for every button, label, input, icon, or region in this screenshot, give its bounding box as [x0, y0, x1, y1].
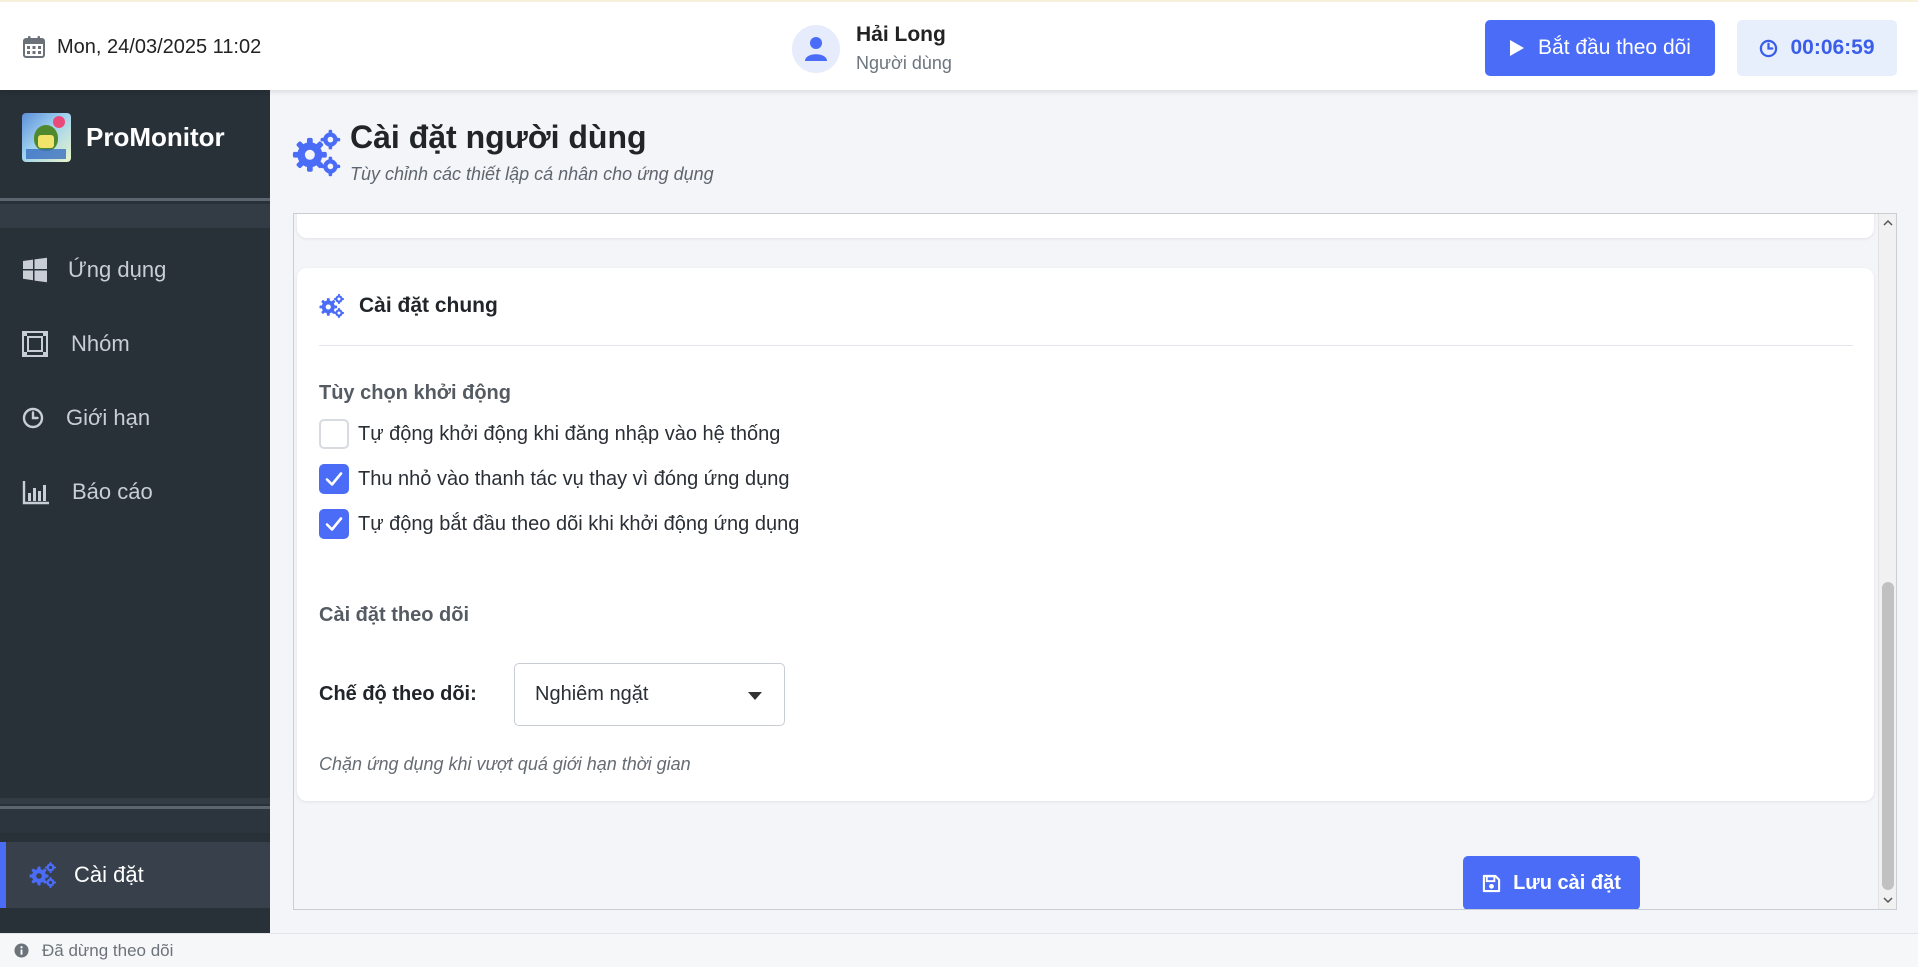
tracking-mode-label: Chế độ theo dõi: [319, 683, 477, 705]
sidebar-item-label: Cài đặt [74, 862, 144, 887]
clock-icon [22, 407, 44, 429]
card-divider [319, 345, 1853, 346]
status-bar: Đã dừng theo dõi [0, 933, 1918, 967]
tracking-mode-description: Chặn ứng dụng khi vượt quá giới hạn thời… [319, 754, 691, 774]
scroll-up-icon[interactable] [1882, 217, 1894, 229]
save-settings-button[interactable]: Lưu cài đặt [1463, 856, 1640, 909]
sidebar-item-reports[interactable]: Báo cáo [0, 462, 270, 522]
user-profile[interactable]: Hải Long Người dùng [792, 22, 952, 75]
session-timer: 00:06:59 [1737, 20, 1897, 76]
group-icon [22, 331, 48, 357]
scroll-down-icon[interactable] [1882, 894, 1894, 906]
start-tracking-label: Bắt đầu theo dõi [1538, 36, 1691, 59]
page-subtitle: Tùy chỉnh các thiết lập cá nhân cho ứng … [350, 164, 714, 184]
option-label: Tự động khởi động khi đăng nhập vào hệ t… [358, 422, 781, 445]
top-bar: Mon, 24/03/2025 11:02 Hải Long Người dùn… [0, 0, 1918, 90]
user-role: Người dùng [856, 53, 952, 73]
vertical-scrollbar[interactable] [1878, 214, 1896, 909]
option-minimize-to-tray[interactable]: Thu nhỏ vào thanh tác vụ thay vì đóng ứn… [319, 464, 789, 494]
save-icon [1482, 874, 1501, 892]
sidebar-band [0, 809, 270, 833]
tracking-section-title: Cài đặt theo dõi [319, 604, 469, 626]
option-label: Tự động bắt đầu theo dõi khi khởi động ứ… [358, 512, 800, 535]
gears-icon [29, 862, 56, 888]
option-auto-track[interactable]: Tự động bắt đầu theo dõi khi khởi động ứ… [319, 509, 799, 539]
timer-value: 00:06:59 [1790, 36, 1875, 59]
settings-scroll-area[interactable]: Cài đặt chung Tùy chọn khởi động Tự động… [293, 213, 1897, 910]
previous-settings-card [297, 214, 1874, 238]
brand-name: ProMonitor [86, 122, 225, 152]
sidebar-item-settings[interactable]: Cài đặt [0, 842, 270, 908]
autostart-checkbox[interactable] [319, 419, 349, 449]
sidebar-item-groups[interactable]: Nhóm [0, 314, 270, 374]
bar-chart-icon [22, 481, 49, 505]
user-name: Hải Long [856, 23, 946, 46]
chevron-down-icon [748, 692, 762, 700]
clock-icon [1760, 39, 1778, 57]
sidebar-band [0, 204, 270, 228]
sidebar-item-label: Báo cáo [72, 479, 153, 504]
option-autostart[interactable]: Tự động khởi động khi đăng nhập vào hệ t… [319, 419, 780, 449]
sidebar-item-limits[interactable]: Giới hạn [0, 388, 270, 448]
sidebar-item-label: Nhóm [71, 331, 130, 356]
app-logo [22, 113, 71, 162]
play-icon [1510, 40, 1525, 56]
check-icon [325, 517, 343, 531]
tracking-mode-select[interactable]: Nghiêm ngặt [514, 663, 785, 726]
option-label: Thu nhỏ vào thanh tác vụ thay vì đóng ứn… [358, 467, 790, 490]
calendar-icon [23, 36, 45, 58]
info-icon [14, 943, 29, 958]
date-display: Mon, 24/03/2025 11:02 [22, 35, 261, 59]
card-title: Cài đặt chung [359, 294, 498, 317]
general-settings-card: Cài đặt chung Tùy chọn khởi động Tự động… [297, 268, 1874, 801]
user-icon [805, 36, 827, 61]
scrollbar-thumb[interactable] [1882, 582, 1894, 890]
page-title: Cài đặt người dùng [350, 119, 647, 155]
sidebar-item-label: Giới hạn [66, 405, 151, 430]
start-tracking-button[interactable]: Bắt đầu theo dõi [1485, 20, 1715, 76]
startup-section-title: Tùy chọn khởi động [319, 382, 511, 404]
check-icon [325, 472, 343, 486]
tracking-mode-value: Nghiêm ngặt [535, 683, 649, 705]
save-settings-label: Lưu cài đặt [1513, 871, 1621, 894]
minimize-to-tray-checkbox[interactable] [319, 464, 349, 494]
avatar [792, 24, 840, 73]
windows-icon [23, 257, 47, 283]
sidebar: ProMonitor Ứng dụng Nhóm Giới hạn Báo cá… [0, 90, 270, 933]
gears-icon [292, 129, 341, 177]
gears-icon [319, 293, 345, 319]
sidebar-item-label: Ứng dụng [68, 257, 167, 282]
sidebar-divider [0, 198, 270, 201]
brand[interactable]: ProMonitor [22, 113, 225, 162]
sidebar-band [0, 798, 270, 804]
auto-track-checkbox[interactable] [319, 509, 349, 539]
date-text: Mon, 24/03/2025 11:02 [57, 35, 262, 58]
page-header: Cài đặt người dùng Tùy chỉnh các thiết l… [292, 118, 714, 185]
status-text: Đã dừng theo dõi [42, 940, 174, 960]
sidebar-item-apps[interactable]: Ứng dụng [0, 240, 270, 300]
